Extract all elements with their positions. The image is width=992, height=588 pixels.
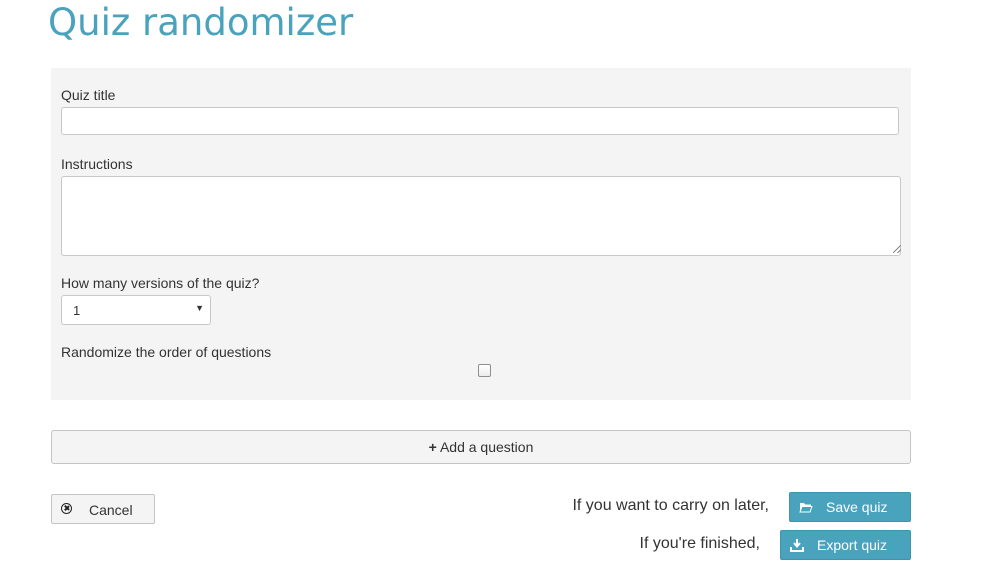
dropdown-arrow-icon: ▼ — [195, 303, 204, 313]
versions-label: How many versions of the quiz? — [61, 275, 260, 291]
quiz-title-label: Quiz title — [61, 87, 116, 103]
download-icon — [790, 539, 804, 552]
save-prompt-text: If you want to carry on later, — [572, 497, 769, 514]
page-title: Quiz randomizer — [48, 1, 354, 44]
export-prompt-text: If you're finished, — [639, 535, 760, 552]
export-quiz-label: Export quiz — [817, 537, 888, 553]
versions-selected-value: 1 — [73, 303, 81, 318]
instructions-wrapper — [51, 176, 911, 256]
randomize-checkbox[interactable] — [478, 364, 491, 377]
instructions-label: Instructions — [61, 156, 133, 172]
versions-select[interactable]: 1 ▼ — [61, 295, 211, 325]
add-question-button[interactable]: + Add a question — [51, 430, 911, 464]
quiz-form-panel: Quiz title Instructions How many version… — [51, 68, 911, 400]
textarea-resize-handle[interactable] — [893, 245, 901, 253]
quiz-title-input[interactable] — [61, 107, 899, 135]
add-question-label: Add a question — [439, 439, 534, 455]
save-quiz-button[interactable]: Save quiz — [789, 492, 911, 522]
instructions-textarea[interactable] — [61, 176, 901, 256]
cancel-label: Cancel — [89, 502, 133, 518]
plus-icon: + — [428, 439, 437, 455]
cancel-button[interactable]: Cancel — [51, 494, 155, 524]
save-quiz-label: Save quiz — [826, 499, 888, 515]
export-quiz-button[interactable]: Export quiz — [780, 530, 911, 560]
randomize-label: Randomize the order of questions — [61, 344, 272, 360]
circle-x-icon — [61, 503, 72, 514]
folder-open-icon — [799, 503, 813, 513]
